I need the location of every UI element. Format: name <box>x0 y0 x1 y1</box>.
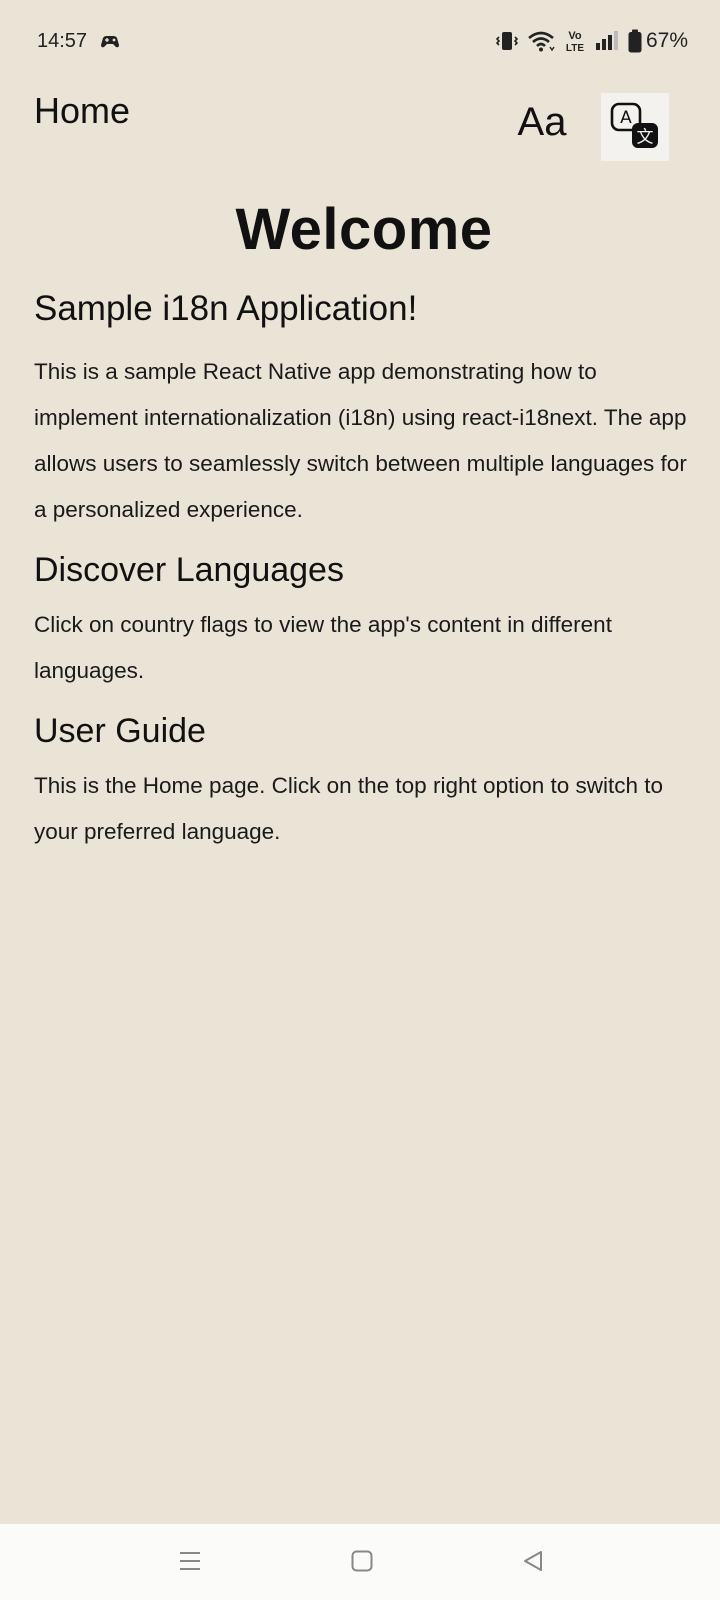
back-button[interactable] <box>516 1546 550 1580</box>
discover-languages-text: Click on country flags to view the app's… <box>34 612 612 683</box>
font-size-button[interactable]: Aa <box>510 94 574 150</box>
volte-bottom-text: LTE <box>566 43 584 54</box>
intro-paragraph: This is a sample React Native app demons… <box>34 359 687 522</box>
vibrate-icon <box>495 29 518 53</box>
recent-apps-button[interactable] <box>173 1546 207 1580</box>
welcome-heading: Welcome <box>235 197 493 262</box>
status-icons: Vo LTE 67% <box>495 28 688 54</box>
battery-percentage: 67% <box>645 29 688 52</box>
volte-icon: Vo LTE <box>564 28 586 54</box>
menu-icon <box>178 1550 202 1577</box>
language-switch-button[interactable]: A 文 <box>601 93 669 161</box>
app-subtitle: Sample i18n Application! <box>34 289 418 328</box>
status-time: 14:57 <box>37 30 88 52</box>
back-icon <box>521 1549 545 1578</box>
signal-icon <box>595 30 619 52</box>
wifi-icon <box>527 29 555 53</box>
translate-icon: A 文 <box>607 97 663 158</box>
user-guide-text: This is the Home page. Click on the top … <box>34 773 664 844</box>
status-bar: 14:57 Vo LTE 67% <box>0 0 720 84</box>
app-header: Home Aa A 文 <box>0 84 720 170</box>
system-nav-bar <box>0 1524 720 1600</box>
main-content: Welcome Sample i18n Application! This is… <box>34 196 694 873</box>
home-button[interactable] <box>345 1546 379 1580</box>
home-icon <box>350 1549 374 1578</box>
volte-top-text: Vo <box>568 30 582 42</box>
gamepad-icon <box>100 32 120 52</box>
user-guide-heading: User Guide <box>34 712 206 750</box>
page-title: Home <box>34 90 131 131</box>
discover-languages-heading: Discover Languages <box>34 551 344 589</box>
translate-icon-latin-glyph: A <box>620 108 632 128</box>
battery-icon <box>628 29 642 53</box>
translate-icon-cjk-glyph: 文 <box>637 127 654 147</box>
